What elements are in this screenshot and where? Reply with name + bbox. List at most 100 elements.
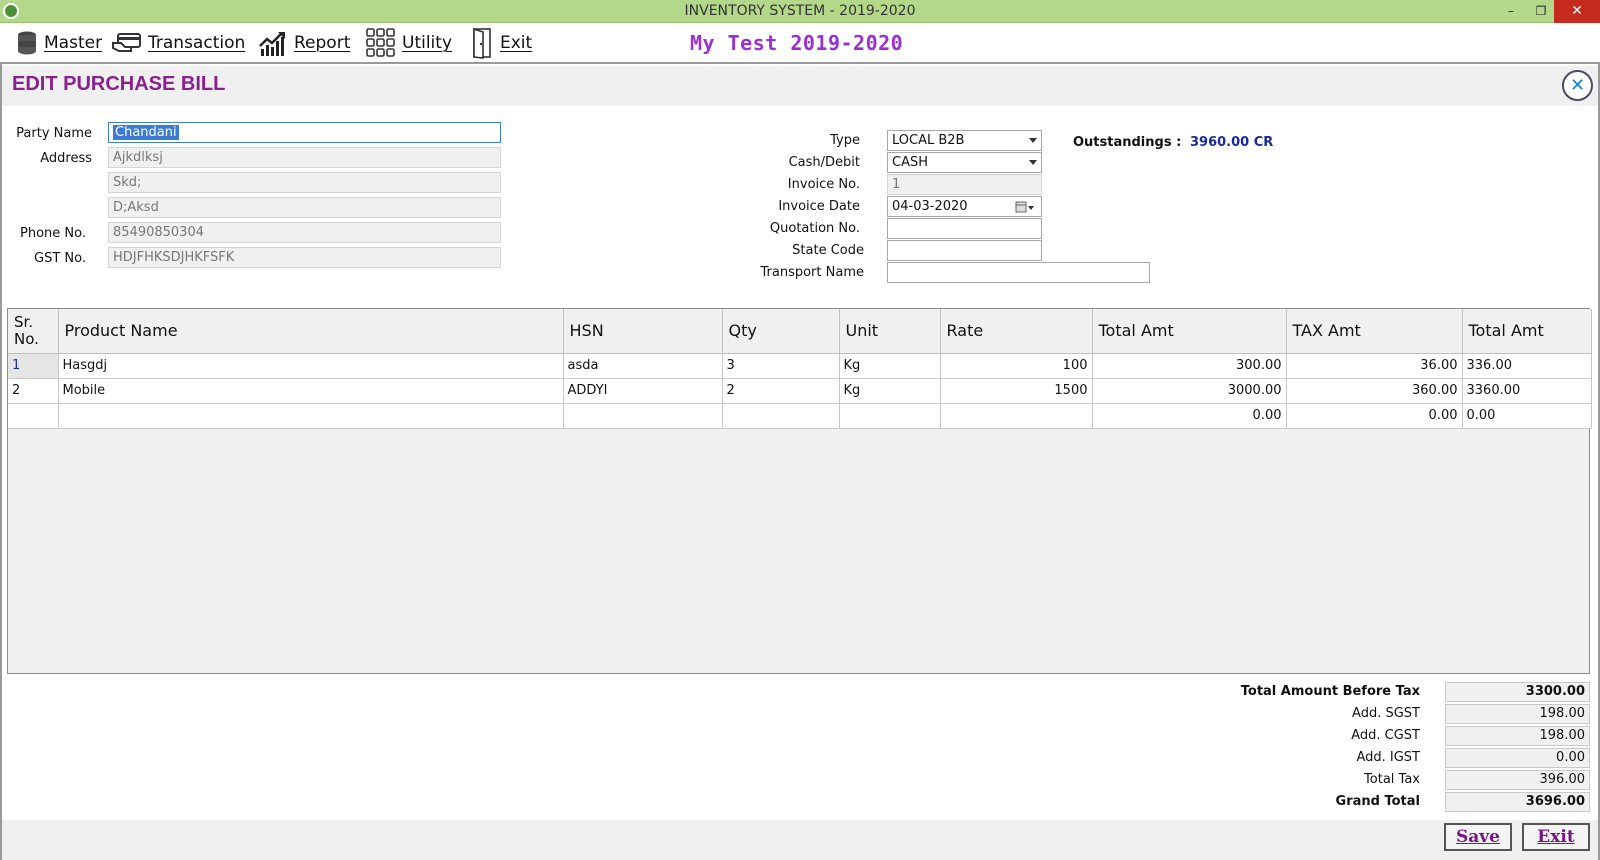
cell-total[interactable]: 300.00 [1092, 353, 1287, 379]
table-row[interactable]: 1 Hasgdj asda 3 Kg 100 300.00 36.00 336.… [8, 353, 1592, 379]
col-header-unit[interactable]: Unit [839, 309, 941, 354]
database-icon [18, 31, 36, 55]
gst-label: GST No. [34, 251, 86, 266]
outstanding-value: 3960.00 CR [1190, 135, 1274, 150]
cell-tax[interactable]: 36.00 [1286, 353, 1463, 379]
restore-button[interactable]: ❐ [1526, 0, 1556, 23]
type-label: Type [830, 133, 860, 148]
party-name-input[interactable]: Chandani [108, 122, 501, 143]
party-name-value: Chandani [113, 125, 179, 140]
col-header-total-amt[interactable]: Total Amt [1092, 309, 1287, 354]
items-table: Sr. No. Product Name HSN Qty Unit Rate To… [8, 309, 1592, 429]
cell-qty[interactable] [722, 403, 840, 429]
total-tax-value: 396.00 [1445, 770, 1590, 790]
cell-rate[interactable] [940, 403, 1093, 429]
cell-qty[interactable]: 2 [722, 378, 840, 404]
phone-label: Phone No. [20, 226, 86, 241]
cell-total2[interactable]: 3360.00 [1462, 378, 1592, 404]
cell-sr[interactable]: 2 [8, 378, 59, 404]
window-close-button[interactable]: ✕ [1554, 0, 1600, 23]
quotation-no-label: Quotation No. [769, 221, 860, 236]
table-row[interactable]: 2 Mobile ADDYI 2 Kg 1500 3000.00 360.00 … [8, 378, 1592, 404]
cell-product[interactable] [58, 403, 564, 429]
cell-total2[interactable]: 336.00 [1462, 353, 1592, 379]
address-line2-field[interactable]: Skd; [108, 172, 501, 193]
menu-master[interactable]: Master [16, 25, 102, 61]
type-select[interactable]: LOCAL B2B [887, 130, 1042, 151]
total-before-tax-value: 3300.00 [1445, 682, 1590, 702]
col-header-hsn[interactable]: HSN [563, 309, 723, 354]
form-close-button[interactable]: ✕ [1562, 70, 1593, 101]
menu-transaction-label: Transaction [148, 33, 246, 53]
transport-name-input[interactable] [887, 262, 1150, 283]
cell-total[interactable]: 0.00 [1092, 403, 1287, 429]
menu-transaction[interactable]: Transaction [112, 25, 245, 61]
form-footer [2, 820, 1598, 860]
address-line3-field[interactable]: D;Aksd [108, 197, 501, 218]
menu-exit-label: Exit [500, 33, 533, 53]
igst-value: 0.00 [1445, 748, 1590, 768]
cell-rate[interactable]: 100 [940, 353, 1093, 379]
invoice-no-field[interactable]: 1 [887, 174, 1042, 195]
cell-hsn[interactable]: ADDYI [563, 378, 723, 404]
cell-total[interactable]: 3000.00 [1092, 378, 1287, 404]
state-code-label: State Code [792, 243, 864, 258]
cell-sr[interactable] [8, 403, 59, 429]
cell-product[interactable]: Hasgdj [58, 353, 564, 379]
total-tax-label: Total Tax [1364, 772, 1420, 787]
cell-total2[interactable]: 0.00 [1462, 403, 1592, 429]
items-grid[interactable]: Sr. No. Product Name HSN Qty Unit Rate To… [7, 308, 1592, 674]
cell-unit[interactable]: Kg [839, 378, 941, 404]
col-header-sr[interactable]: Sr. No. [8, 309, 59, 354]
col-header-tax-amt[interactable]: TAX Amt [1286, 309, 1463, 354]
company-name: My Test 2019-2020 [690, 31, 904, 55]
gst-field[interactable]: HDJFHKSDJHKFSFK [108, 247, 501, 268]
col-header-product[interactable]: Product Name [58, 309, 564, 354]
cell-qty[interactable]: 3 [722, 353, 840, 379]
window-title: INVENTORY SYSTEM - 2019-2020 [684, 3, 916, 19]
col-header-rate[interactable]: Rate [940, 309, 1093, 354]
table-row[interactable]: 0.00 0.00 0.00 [8, 403, 1592, 429]
cell-tax[interactable]: 360.00 [1286, 378, 1463, 404]
sgst-label: Add. SGST [1352, 706, 1420, 721]
col-header-qty[interactable]: Qty [722, 309, 840, 354]
party-name-label: Party Name [16, 126, 92, 141]
chevron-down-icon [1029, 138, 1037, 143]
cell-rate[interactable]: 1500 [940, 378, 1093, 404]
cell-hsn[interactable] [563, 403, 723, 429]
chart-icon [259, 32, 285, 56]
minimize-button[interactable]: – [1496, 0, 1526, 23]
cell-unit[interactable] [839, 403, 941, 429]
col-header-total-amt-2[interactable]: Total Amt [1462, 309, 1592, 354]
phone-field[interactable]: 85490850304 [108, 222, 501, 243]
state-code-input[interactable] [887, 240, 1042, 261]
cash-debit-select-value: CASH [892, 155, 928, 170]
menu-utility[interactable]: Utility [366, 25, 452, 61]
cell-tax[interactable]: 0.00 [1286, 403, 1463, 429]
invoice-date-value: 04-03-2020 [892, 199, 968, 214]
calendar-icon[interactable] [1015, 200, 1035, 214]
menu-report[interactable]: Report [258, 25, 350, 61]
exit-button[interactable]: Exit [1522, 823, 1590, 851]
cell-product[interactable]: Mobile [58, 378, 564, 404]
quotation-no-input[interactable] [887, 218, 1042, 239]
total-before-tax-label: Total Amount Before Tax [1240, 684, 1420, 699]
type-select-value: LOCAL B2B [892, 133, 965, 148]
cash-debit-select[interactable]: CASH [887, 152, 1042, 173]
invoice-date-picker[interactable]: 04-03-2020 [887, 196, 1042, 217]
transport-name-label: Transport Name [760, 265, 865, 280]
address-label: Address [40, 151, 92, 166]
cash-debit-label: Cash/Debit [788, 155, 860, 170]
menu-exit[interactable]: Exit [470, 25, 532, 61]
save-button[interactable]: Save [1444, 823, 1512, 851]
grand-total-label: Grand Total [1335, 794, 1420, 809]
invoice-date-label: Invoice Date [778, 199, 860, 214]
cell-sr[interactable]: 1 [8, 353, 59, 379]
cell-hsn[interactable]: asda [563, 353, 723, 379]
cell-unit[interactable]: Kg [839, 353, 941, 379]
grid-icon [366, 28, 395, 57]
door-exit-icon [473, 27, 491, 59]
address-line1-field[interactable]: Ajkdlksj [108, 147, 501, 168]
frame-left-border [0, 64, 2, 860]
menu-master-label: Master [44, 33, 103, 53]
